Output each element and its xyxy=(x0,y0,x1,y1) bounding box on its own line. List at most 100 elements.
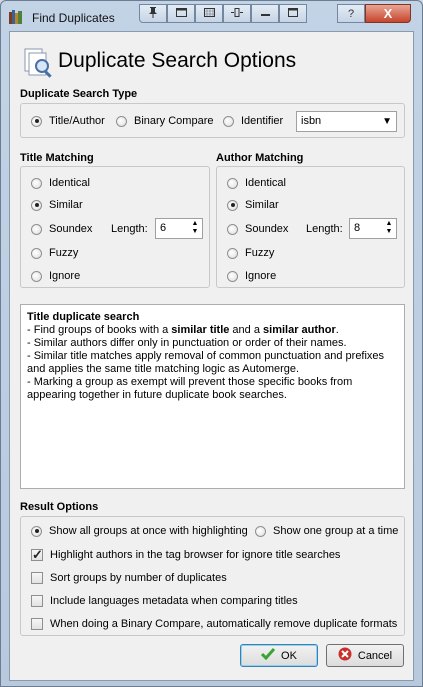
dialog-heading: Duplicate Search Options xyxy=(58,49,297,72)
result-options-group: Show all groups at once with highlightin… xyxy=(20,516,405,636)
author-radio-soundex[interactable]: Soundex xyxy=(227,223,288,235)
resize-icon xyxy=(231,7,243,20)
check-remove-duplicate-formats[interactable]: When doing a Binary Compare, automatical… xyxy=(31,618,397,630)
rollup-button[interactable] xyxy=(167,4,195,23)
author-matching-group: Identical Similar Soundex Length: 8 ▲ ▼ F… xyxy=(216,166,405,288)
title-radio-fuzzy-circle xyxy=(31,247,42,259)
check-sort-groups[interactable]: Sort groups by number of duplicates xyxy=(31,572,227,584)
identifier-select-value: isbn xyxy=(301,115,322,127)
result-options-label: Result Options xyxy=(20,501,99,513)
radio-show-one-group-label: Show one group at a time xyxy=(273,525,399,537)
check-sort-groups-box xyxy=(31,572,43,584)
title-radio-identical-label: Identical xyxy=(49,177,90,189)
title-matching-label: Title Matching xyxy=(20,152,94,164)
search-type-label: Duplicate Search Type xyxy=(20,88,138,100)
title-radio-soundex-label: Soundex xyxy=(49,223,93,235)
description-line-3: - Similar title matches apply removal of… xyxy=(27,350,385,375)
title-radio-identical[interactable]: Identical xyxy=(31,177,90,189)
chevron-down-icon: ▼ xyxy=(382,116,392,127)
title-radio-ignore-label: Ignore xyxy=(49,270,81,282)
close-icon: X xyxy=(383,6,393,21)
radio-show-all-groups-circle xyxy=(31,525,42,537)
title-radio-fuzzy[interactable]: Fuzzy xyxy=(31,247,78,259)
author-radio-similar-circle xyxy=(227,199,238,211)
radio-binary-compare-circle xyxy=(116,115,127,127)
author-radio-ignore[interactable]: Ignore xyxy=(227,270,276,282)
title-radio-ignore-circle xyxy=(31,270,42,282)
author-radio-fuzzy-label: Fuzzy xyxy=(245,247,275,259)
check-include-languages-label: Include languages metadata when comparin… xyxy=(50,595,298,607)
author-radio-ignore-label: Ignore xyxy=(245,270,277,282)
radio-title-author-circle xyxy=(31,115,42,127)
spin-arrows-icon[interactable]: ▲ ▼ xyxy=(384,220,394,236)
checkmark-icon xyxy=(260,648,276,663)
minimize-button[interactable] xyxy=(251,4,279,23)
radio-identifier-circle xyxy=(223,115,234,127)
radio-show-all-groups[interactable]: Show all groups at once with highlightin… xyxy=(31,525,248,537)
radio-title-author[interactable]: Title/Author xyxy=(31,115,105,127)
radio-show-one-group[interactable]: Show one group at a time xyxy=(255,525,398,537)
books-icon xyxy=(9,10,22,24)
title-radio-similar[interactable]: Similar xyxy=(31,199,83,211)
radio-binary-compare-label: Binary Compare xyxy=(134,115,214,127)
author-length-value: 8 xyxy=(354,222,361,234)
spin-arrows-icon[interactable]: ▲ ▼ xyxy=(190,220,200,236)
resize-button[interactable] xyxy=(223,4,251,23)
check-highlight-authors[interactable]: Highlight authors in the tag browser for… xyxy=(31,547,341,563)
grid-icon xyxy=(203,7,215,20)
title-length-spinbox[interactable]: 6 ▲ ▼ xyxy=(155,218,203,239)
search-type-group: Title/Author Binary Compare Identifier i… xyxy=(20,103,405,138)
title-length-value: 6 xyxy=(160,222,167,234)
minimize-icon xyxy=(260,8,270,20)
check-include-languages-box xyxy=(31,595,43,607)
search-duplicates-icon xyxy=(24,48,52,78)
close-button[interactable]: X xyxy=(365,4,411,23)
description-line-4: - Marking a group as exempt will prevent… xyxy=(27,376,353,401)
window-title: Find Duplicates xyxy=(32,11,115,25)
author-radio-similar[interactable]: Similar xyxy=(227,199,279,211)
cancel-button-label: Cancel xyxy=(357,649,393,662)
title-radio-soundex[interactable]: Soundex xyxy=(31,223,92,235)
radio-show-one-group-circle xyxy=(255,525,266,537)
title-radio-ignore[interactable]: Ignore xyxy=(31,270,80,282)
radio-show-all-groups-label: Show all groups at once with highlightin… xyxy=(49,525,248,537)
shade-button[interactable] xyxy=(195,4,223,23)
description-box: Title duplicate search - Find groups of … xyxy=(20,304,405,489)
dialog-window: Find Duplicates ? X Duplicate Search Opt… xyxy=(0,0,423,687)
title-radio-fuzzy-label: Fuzzy xyxy=(49,247,79,259)
check-highlight-authors-label: Highlight authors in the tag browser for… xyxy=(50,549,341,561)
author-length-spinbox[interactable]: 8 ▲ ▼ xyxy=(349,218,397,239)
check-remove-duplicate-formats-label: When doing a Binary Compare, automatical… xyxy=(50,618,398,630)
pin-button[interactable] xyxy=(139,4,167,23)
description-line-2: - Similar authors differ only in punctua… xyxy=(27,337,347,349)
maximize-icon xyxy=(288,7,298,20)
cancel-icon xyxy=(338,647,352,664)
help-icon: ? xyxy=(347,7,355,20)
maximize-button[interactable] xyxy=(279,4,307,23)
check-remove-duplicate-formats-box xyxy=(31,618,43,630)
radio-identifier[interactable]: Identifier xyxy=(223,115,283,127)
author-radio-identical[interactable]: Identical xyxy=(227,177,286,189)
check-sort-groups-label: Sort groups by number of duplicates xyxy=(50,572,227,584)
title-radio-similar-circle xyxy=(31,199,42,211)
cancel-button[interactable]: Cancel xyxy=(326,644,404,667)
description-line-1: - Find groups of books with a similar ti… xyxy=(27,324,339,336)
check-highlight-authors-box xyxy=(31,547,43,563)
window-icon xyxy=(175,7,187,20)
author-radio-ignore-circle xyxy=(227,270,238,282)
identifier-select[interactable]: isbn ▼ xyxy=(296,111,397,132)
check-include-languages[interactable]: Include languages metadata when comparin… xyxy=(31,595,298,607)
ok-button[interactable]: OK xyxy=(240,644,318,667)
pin-icon xyxy=(148,6,158,21)
title-bar[interactable]: Find Duplicates ? X xyxy=(1,1,422,31)
author-radio-fuzzy[interactable]: Fuzzy xyxy=(227,247,274,259)
author-radio-identical-circle xyxy=(227,177,238,189)
ok-button-label: OK xyxy=(281,649,297,662)
description-heading: Title duplicate search xyxy=(27,311,140,323)
title-radio-soundex-circle xyxy=(31,223,42,235)
author-matching-label: Author Matching xyxy=(216,152,304,164)
help-button[interactable]: ? xyxy=(337,4,365,23)
radio-identifier-label: Identifier xyxy=(241,115,284,127)
radio-binary-compare[interactable]: Binary Compare xyxy=(116,115,213,127)
author-radio-soundex-label: Soundex xyxy=(245,223,289,235)
